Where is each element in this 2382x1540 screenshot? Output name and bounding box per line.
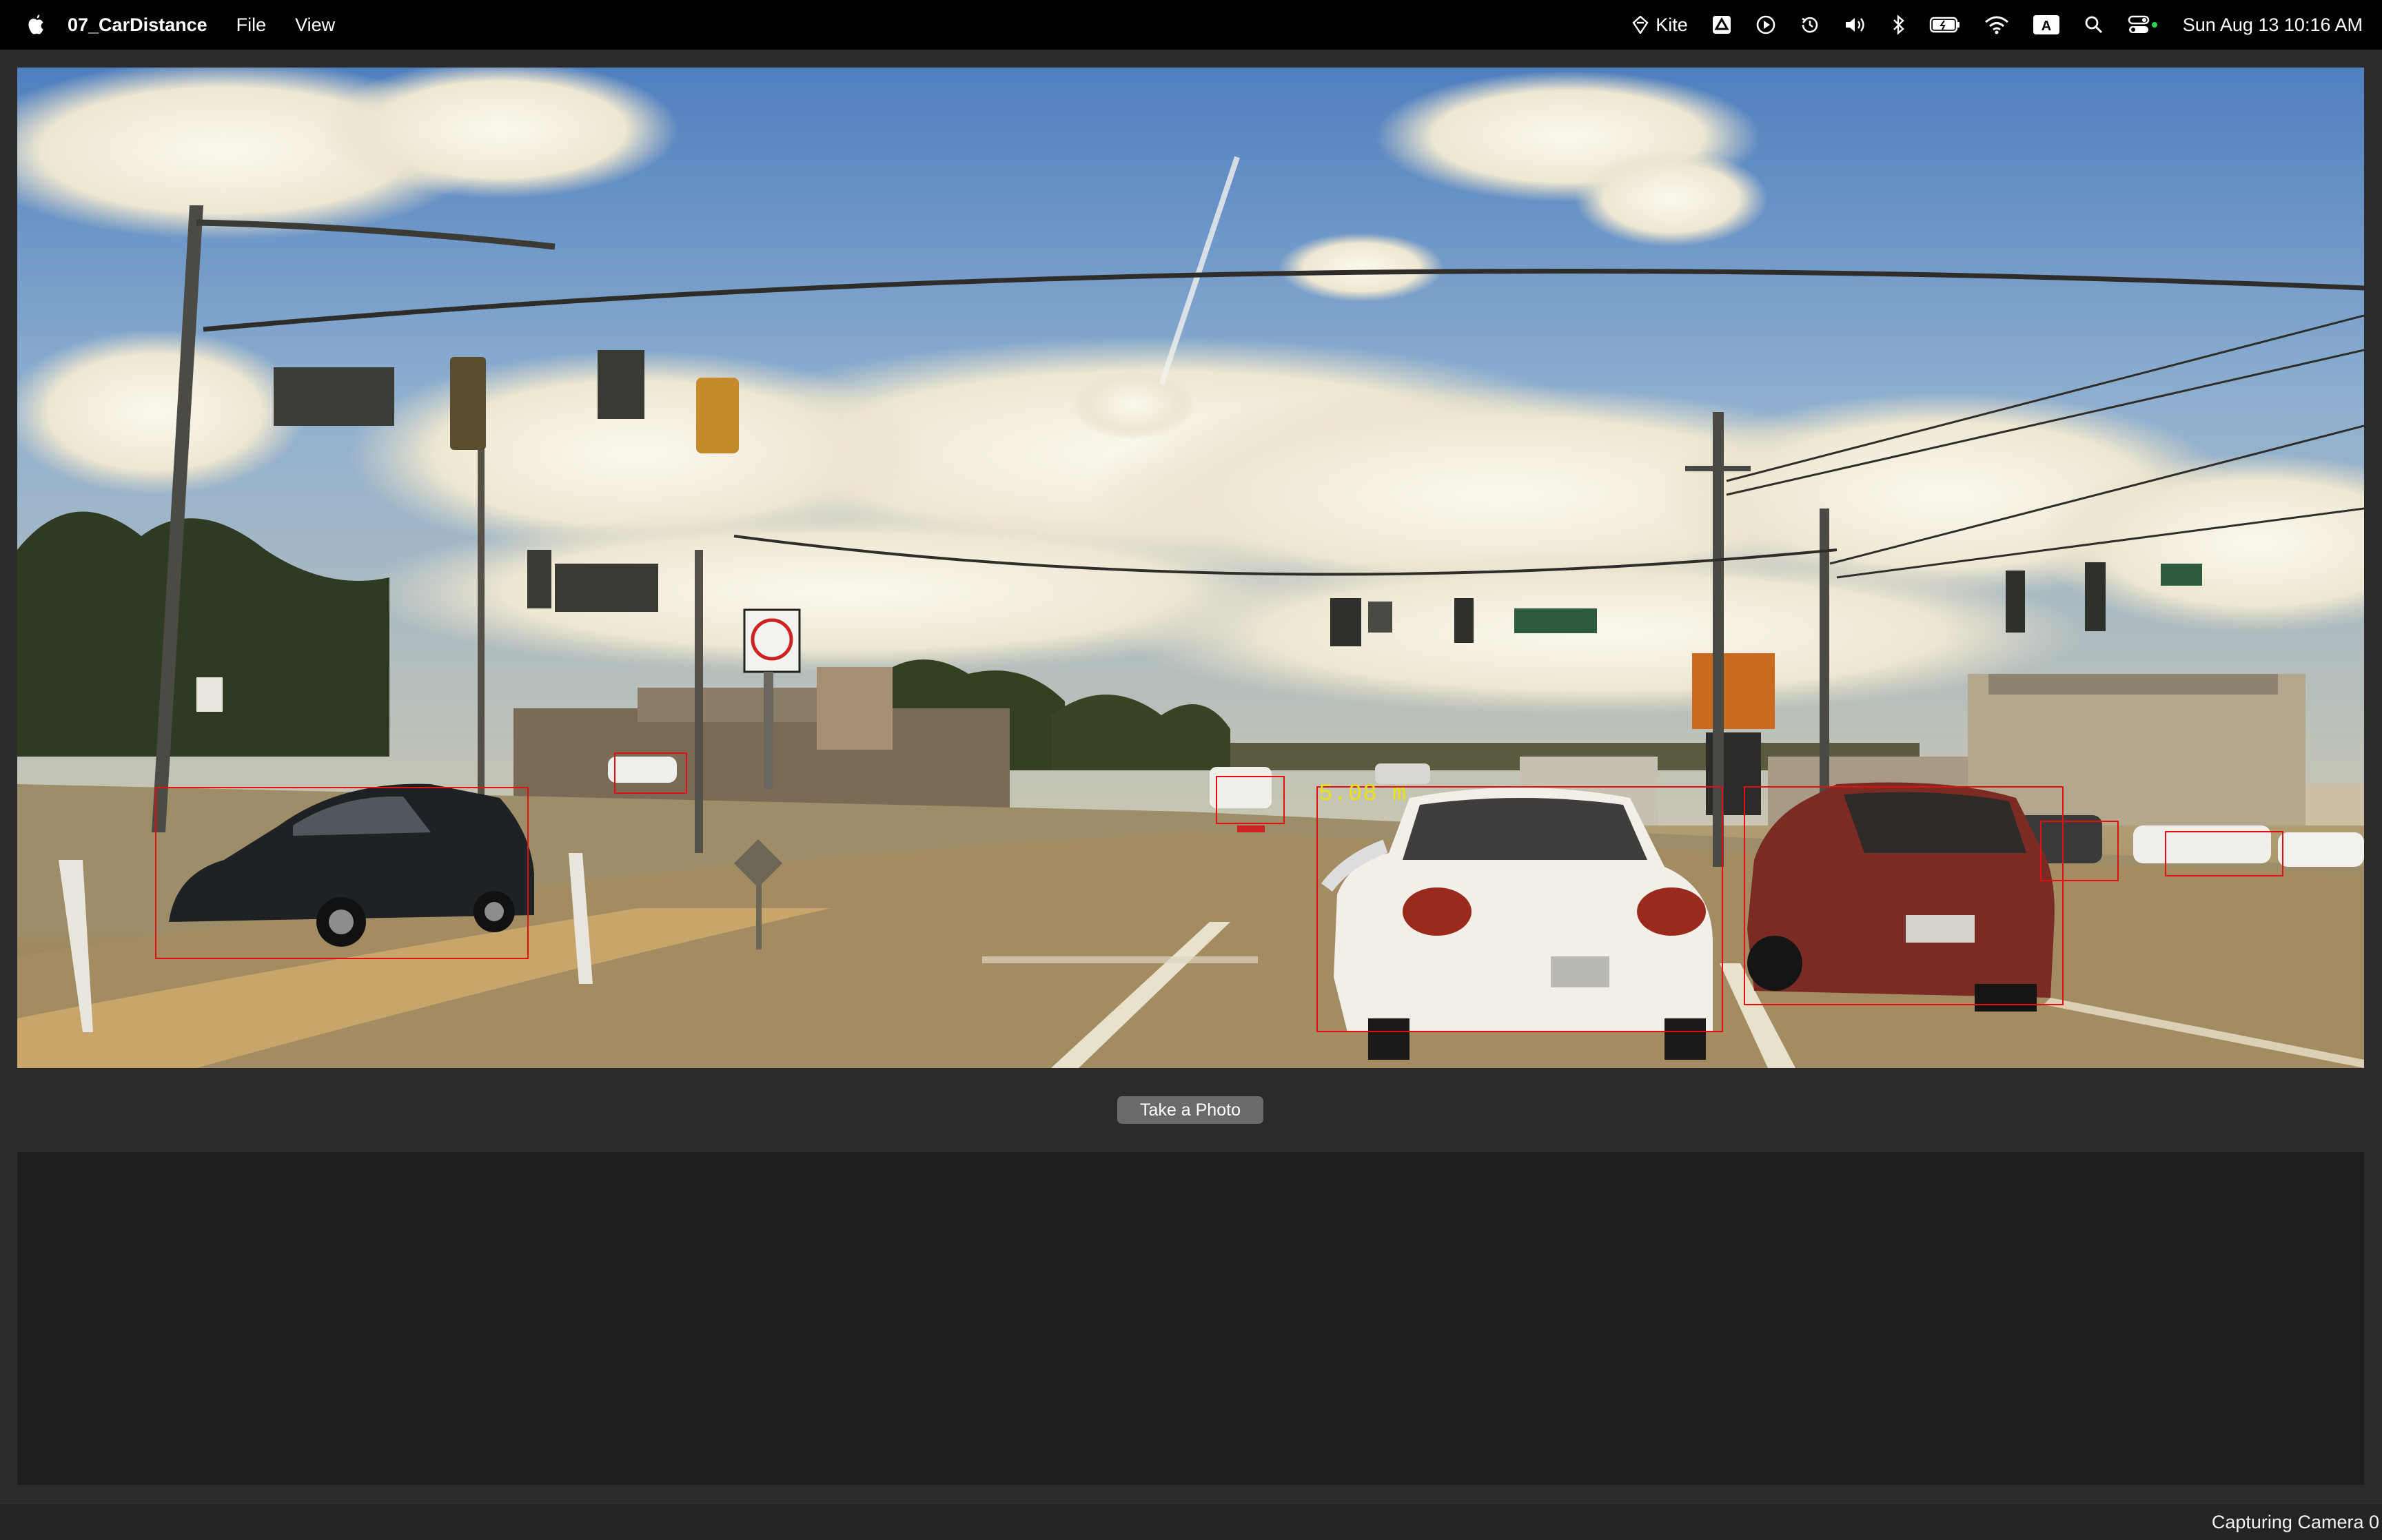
play-icon[interactable] xyxy=(1755,0,1776,50)
wifi-icon[interactable] xyxy=(1984,0,2009,50)
photo-preview-panel xyxy=(17,1152,2364,1485)
detection-box-parked-car xyxy=(2165,831,2283,876)
kite-icon xyxy=(1632,16,1649,34)
menu-bar-clock[interactable]: Sun Aug 13 10:16 AM xyxy=(2183,14,2363,36)
volume-icon[interactable] xyxy=(1844,0,1869,50)
battery-icon[interactable] xyxy=(1929,0,1961,50)
detection-box-white-sedan xyxy=(1316,786,1723,1032)
input-source-icon[interactable]: A xyxy=(2033,0,2060,50)
control-center-icon[interactable] xyxy=(2128,0,2158,50)
distance-label: 5.08 m xyxy=(1319,781,1407,808)
camera-feed: 5.08 m xyxy=(17,68,2364,1068)
take-photo-button[interactable]: Take a Photo xyxy=(1117,1096,1263,1124)
svg-text:A: A xyxy=(2042,19,2051,34)
apple-icon[interactable] xyxy=(26,13,47,37)
detection-box-black-sedan xyxy=(155,787,529,959)
view-menu[interactable]: View xyxy=(295,14,335,36)
menu-bar: 07_CarDistance File View Kite A Sun Aug … xyxy=(0,0,2382,50)
detection-box-distant-car-left xyxy=(614,752,687,794)
kite-status-item[interactable]: Kite xyxy=(1632,0,1688,50)
status-text: Capturing Camera 0 xyxy=(2211,1512,2379,1532)
app-menu[interactable]: 07_CarDistance xyxy=(68,14,207,36)
detection-box-far-right-car xyxy=(2040,821,2119,881)
file-menu[interactable]: File xyxy=(236,14,267,36)
detection-box-red-suv xyxy=(1744,786,2064,1005)
drive-icon[interactable] xyxy=(1711,0,1732,50)
time-machine-icon[interactable] xyxy=(1800,0,1820,50)
bluetooth-icon[interactable] xyxy=(1892,0,1906,50)
status-bar: Capturing Camera 0 xyxy=(0,1503,2382,1540)
kite-label: Kite xyxy=(1656,14,1688,35)
detection-box-oncoming-car xyxy=(1216,776,1285,824)
spotlight-icon[interactable] xyxy=(2084,0,2104,50)
